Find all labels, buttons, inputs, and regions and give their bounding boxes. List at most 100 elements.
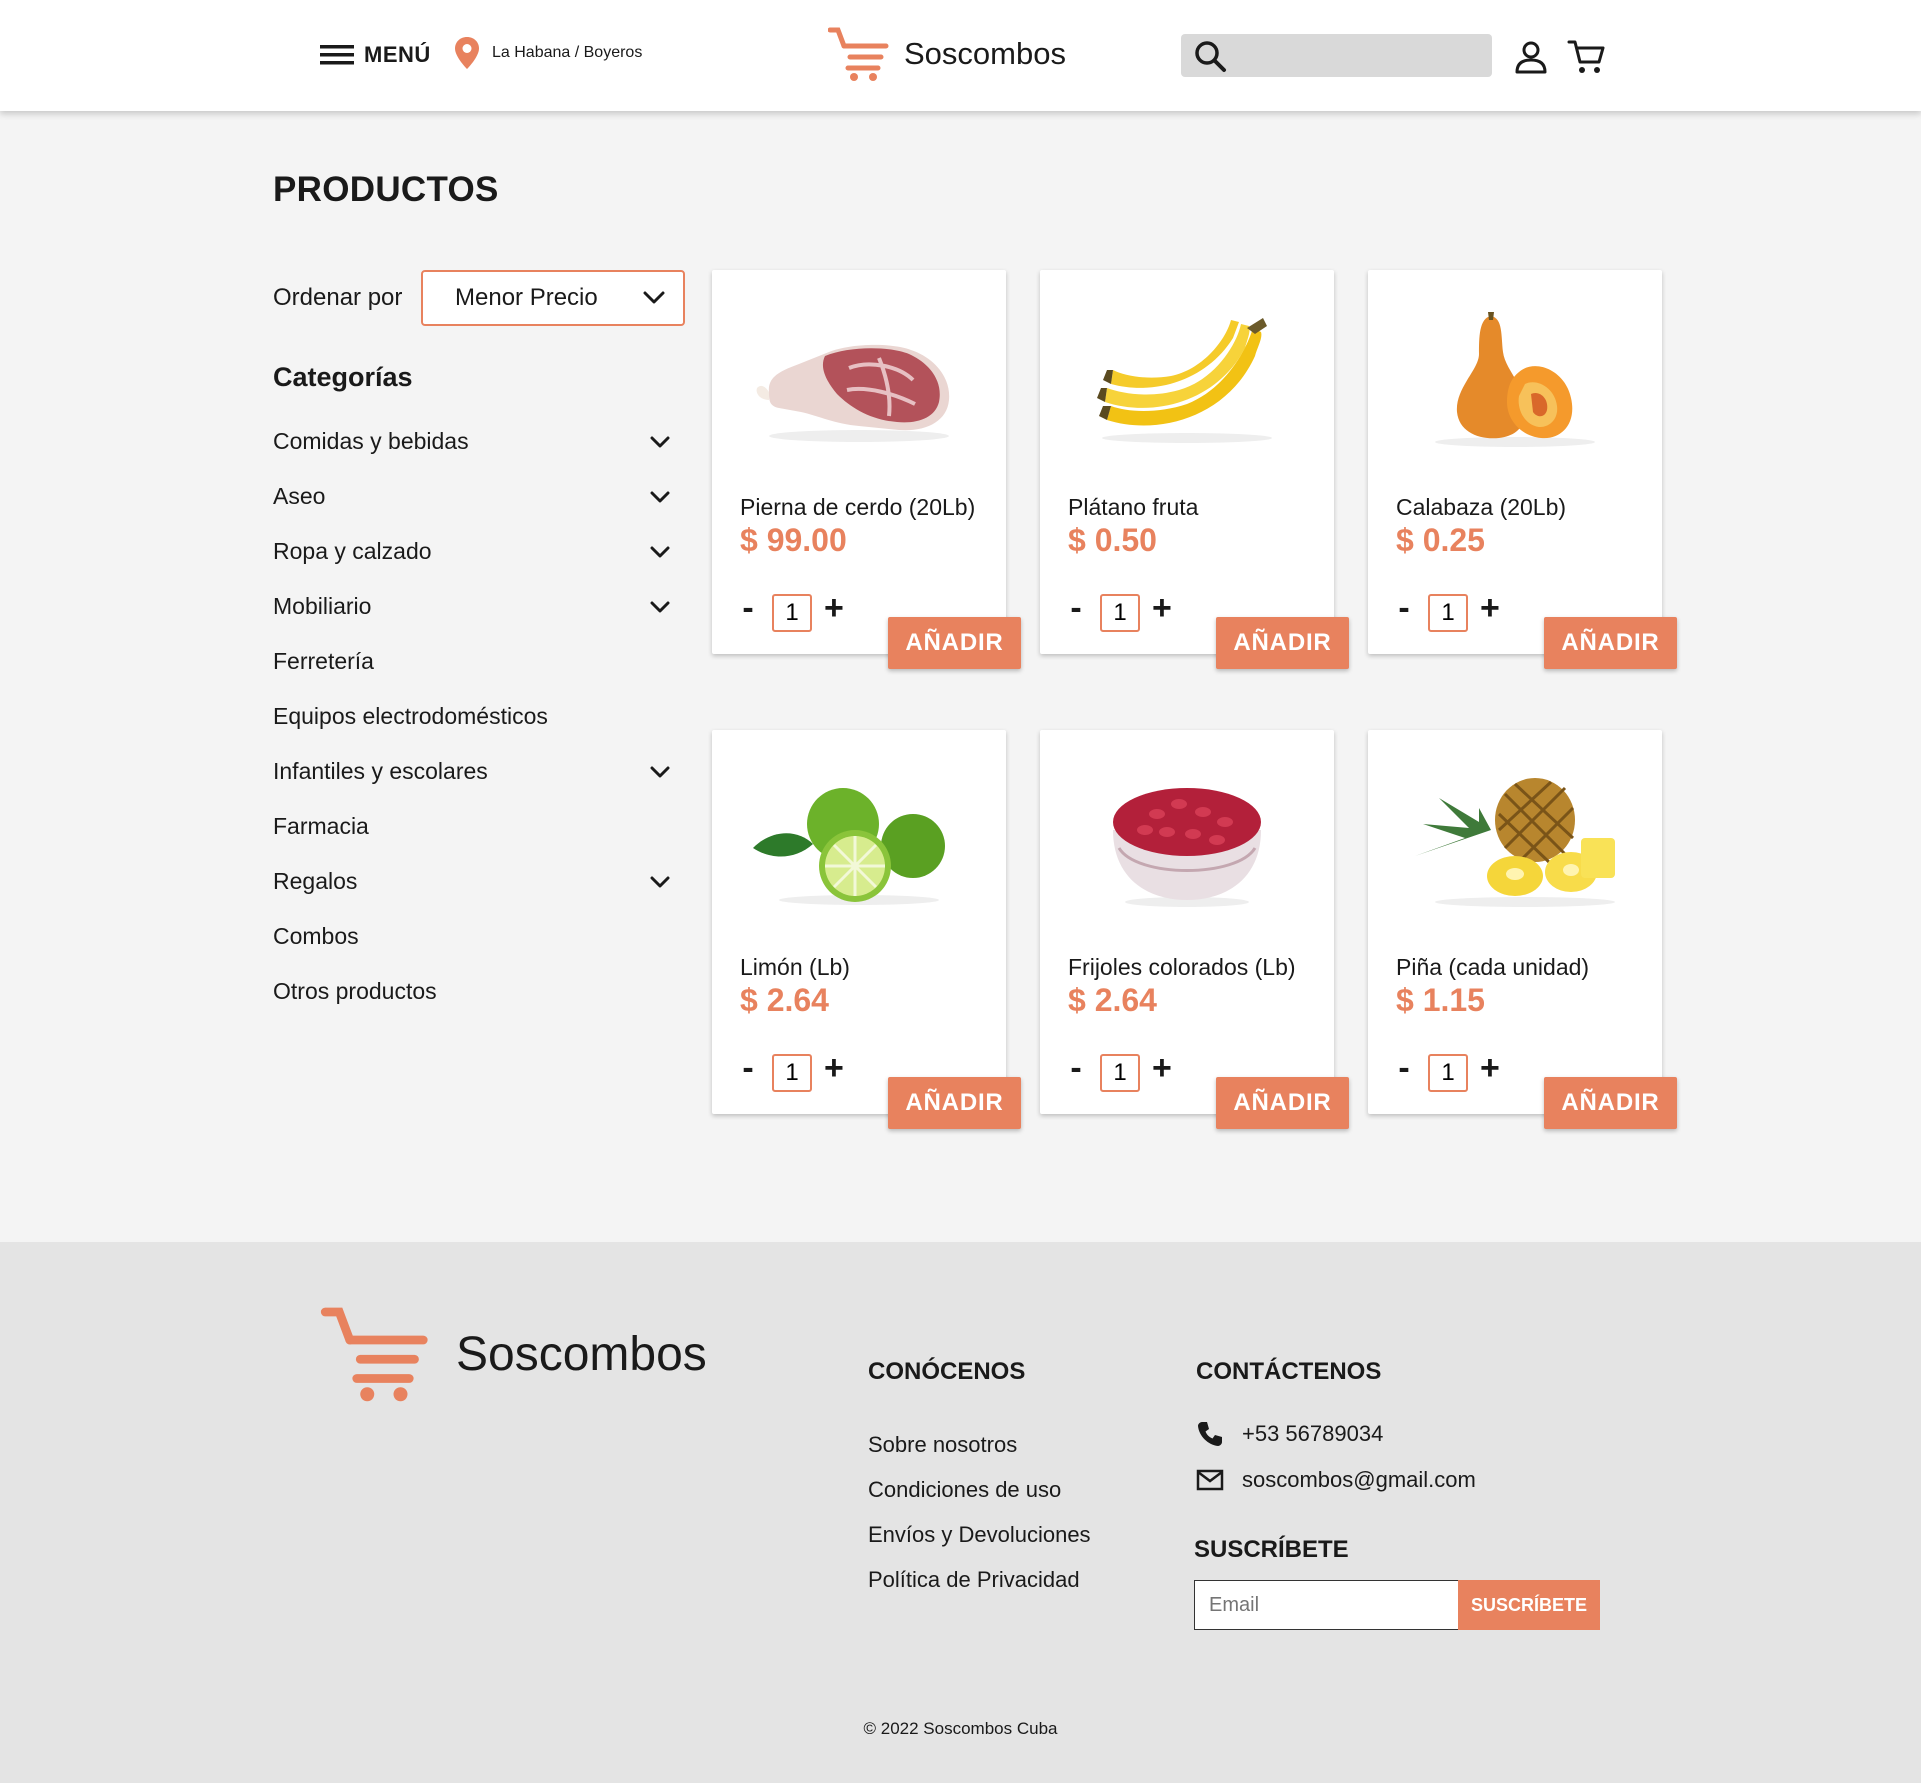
product-name[interactable]: Piña (cada unidad) [1396,954,1589,981]
chevron-down-icon[interactable] [650,546,670,558]
chevron-down-icon[interactable] [650,491,670,503]
location-selector[interactable]: La Habana / Boyeros [454,36,642,70]
chevron-down-icon [643,291,665,304]
category-label: Mobiliario [273,593,372,619]
quantity-input[interactable] [1428,1054,1468,1092]
search-icon[interactable] [1193,39,1227,73]
shopping-cart-logo-icon [320,1307,428,1402]
product-image-pork-leg[interactable] [739,308,979,448]
subscribe-button[interactable]: SUSCRÍBETE [1458,1580,1600,1630]
add-to-cart-button[interactable]: AÑADIR [1216,1077,1349,1129]
add-to-cart-button[interactable]: AÑADIR [1544,1077,1677,1129]
product-card[interactable]: Plátano fruta $ 0.50 - + AÑADIR [1040,270,1349,669]
product-image-banana[interactable] [1067,308,1307,448]
decrease-qty-button[interactable]: - [1066,588,1086,628]
sort-selected-value: Menor Precio [455,284,598,311]
product-card[interactable]: Piña (cada unidad) $ 1.15 - + AÑADIR [1368,730,1677,1129]
product-image-squash[interactable] [1395,308,1635,448]
menu-label: MENÚ [364,42,431,67]
category-label: Combos [273,923,359,949]
phone-number: +53 56789034 [1242,1421,1384,1446]
category-item[interactable]: Aseo [273,469,673,524]
chevron-down-icon[interactable] [650,876,670,888]
decrease-qty-button[interactable]: - [738,588,758,628]
product-name[interactable]: Frijoles colorados (Lb) [1068,954,1296,981]
category-label: Ferretería [273,648,374,674]
subscribe-email-input[interactable] [1194,1580,1459,1630]
category-item[interactable]: Equipos electrodomésticos [273,689,673,744]
category-item[interactable]: Combos [273,909,673,964]
product-image-pineapple[interactable] [1395,768,1635,908]
decrease-qty-button[interactable]: - [1394,588,1414,628]
product-card[interactable]: Limón (Lb) $ 2.64 - + AÑADIR [712,730,1021,1129]
decrease-qty-button[interactable]: - [738,1048,758,1088]
mail-icon [1196,1469,1224,1491]
category-item[interactable]: Otros productos [273,964,673,1019]
contact-email[interactable]: soscombos@gmail.com [1196,1466,1476,1494]
quantity-input[interactable] [1100,594,1140,632]
footer-link[interactable]: Política de Privacidad [868,1557,1091,1602]
product-image-red-beans[interactable] [1067,768,1307,908]
product-image-lime[interactable] [739,768,979,908]
quantity-input[interactable] [1100,1054,1140,1092]
search-input[interactable] [1227,34,1492,77]
location-pin-icon [455,37,479,69]
product-name[interactable]: Limón (Lb) [740,954,850,981]
increase-qty-button[interactable]: + [824,588,844,628]
chevron-down-icon[interactable] [650,766,670,778]
account-button[interactable] [1513,39,1549,75]
increase-qty-button[interactable]: + [1480,588,1500,628]
contact-title: CONTÁCTENOS [1196,1358,1382,1385]
category-item[interactable]: Ropa y calzado [273,524,673,579]
category-item[interactable]: Infantiles y escolares [273,744,673,799]
product-card[interactable]: Calabaza (20Lb) $ 0.25 - + AÑADIR [1368,270,1677,669]
category-item[interactable]: Farmacia [273,799,673,854]
location-label: La Habana / Boyeros [492,44,643,61]
category-item[interactable]: Mobiliario [273,579,673,634]
cart-button[interactable] [1567,39,1605,75]
increase-qty-button[interactable]: + [1480,1048,1500,1088]
user-icon [1515,41,1547,74]
menu-button[interactable]: MENÚ [320,38,431,72]
site-footer: Soscombos CONÓCENOS Sobre nosotros Condi… [0,1242,1921,1783]
site-header: MENÚ La Habana / Boyeros Soscombos [0,0,1921,111]
chevron-down-icon[interactable] [650,436,670,448]
product-name[interactable]: Plátano fruta [1068,494,1198,521]
add-to-cart-button[interactable]: AÑADIR [1216,617,1349,669]
about-title: CONÓCENOS [868,1358,1026,1385]
footer-link[interactable]: Sobre nosotros [868,1422,1091,1467]
category-label: Ropa y calzado [273,538,432,564]
footer-link[interactable]: Envíos y Devoluciones [868,1512,1091,1557]
product-price: $ 2.64 [740,982,829,1018]
category-item[interactable]: Ferretería [273,634,673,689]
product-price: $ 0.50 [1068,522,1157,558]
footer-brand-name: Soscombos [456,1327,707,1381]
product-card[interactable]: Frijoles colorados (Lb) $ 2.64 - + AÑADI… [1040,730,1349,1129]
quantity-input[interactable] [772,1054,812,1092]
chevron-down-icon[interactable] [650,601,670,613]
category-label: Regalos [273,868,358,894]
sort-label: Ordenar por [273,284,403,311]
category-item[interactable]: Comidas y bebidas [273,414,673,469]
quantity-input[interactable] [1428,594,1468,632]
footer-brand-logo[interactable]: Soscombos [320,1305,707,1403]
decrease-qty-button[interactable]: - [1394,1048,1414,1088]
product-name[interactable]: Pierna de cerdo (20Lb) [740,494,975,521]
increase-qty-button[interactable]: + [1152,588,1172,628]
add-to-cart-button[interactable]: AÑADIR [888,1077,1021,1129]
sort-dropdown[interactable]: Menor Precio [421,270,685,326]
copyright-text: © 2022 Soscombos Cuba [863,1719,1058,1738]
brand-logo[interactable]: Soscombos [828,26,1066,82]
increase-qty-button[interactable]: + [824,1048,844,1088]
product-card[interactable]: Pierna de cerdo (20Lb) $ 99.00 - + AÑADI… [712,270,1021,669]
product-name[interactable]: Calabaza (20Lb) [1396,494,1566,521]
category-item[interactable]: Regalos [273,854,673,909]
increase-qty-button[interactable]: + [1152,1048,1172,1088]
quantity-input[interactable] [772,594,812,632]
decrease-qty-button[interactable]: - [1066,1048,1086,1088]
product-price: $ 99.00 [740,522,847,558]
add-to-cart-button[interactable]: AÑADIR [888,617,1021,669]
contact-phone[interactable]: +53 56789034 [1196,1420,1383,1448]
add-to-cart-button[interactable]: AÑADIR [1544,617,1677,669]
footer-link[interactable]: Condiciones de uso [868,1467,1091,1512]
